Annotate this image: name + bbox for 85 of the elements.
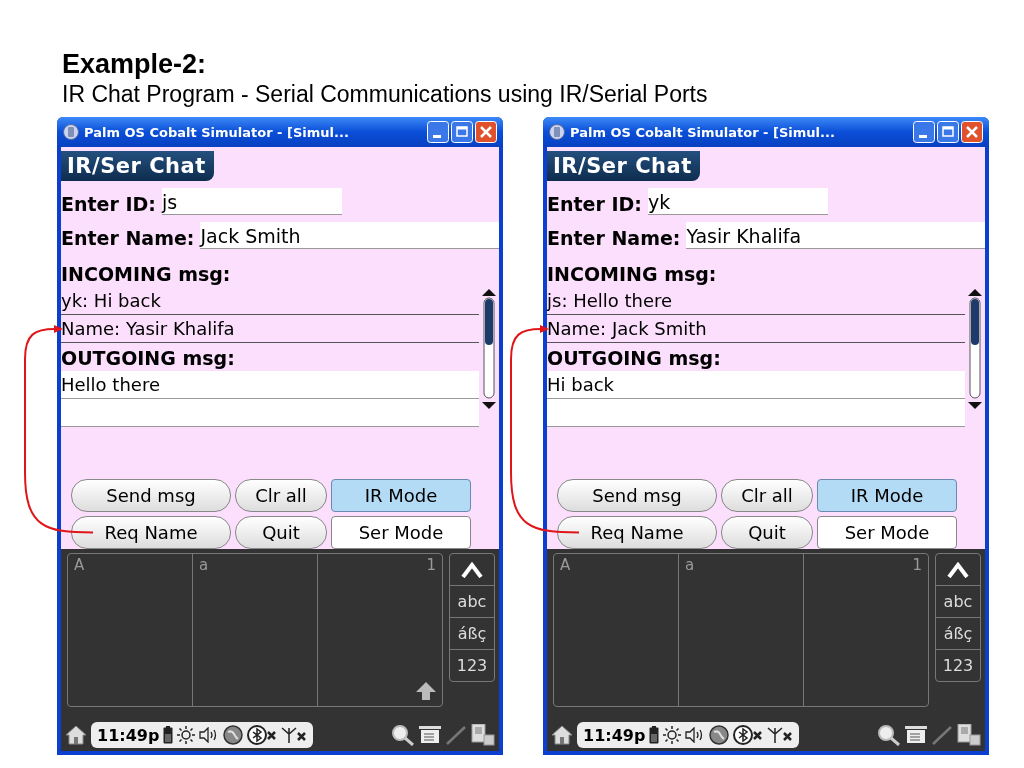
- input-mode-button[interactable]: 123: [450, 650, 494, 681]
- push-button[interactable]: Quit: [235, 516, 327, 549]
- writing-panel[interactable]: a: [193, 554, 318, 706]
- search-icon[interactable]: [391, 724, 415, 746]
- app-title: IR/Ser Chat: [547, 151, 700, 181]
- panel-label: A: [74, 556, 86, 574]
- mode-button[interactable]: IR Mode: [331, 479, 471, 512]
- field-label: Enter Name:: [61, 227, 196, 249]
- scroll-bar[interactable]: [481, 289, 497, 409]
- panel-label: 1: [426, 556, 436, 574]
- message-line: yk: Hi back: [61, 287, 479, 315]
- palm-device-icon: [549, 124, 565, 140]
- bluetooth-off-icon[interactable]: [733, 725, 764, 745]
- clock-time: 11:49p: [583, 725, 646, 745]
- battery-icon[interactable]: [163, 726, 174, 744]
- home-icon[interactable]: [65, 725, 87, 745]
- writing-panel[interactable]: A: [554, 554, 679, 706]
- field-label: Enter Name:: [547, 227, 682, 249]
- mode-button[interactable]: Ser Mode: [817, 516, 957, 549]
- device-icon[interactable]: [471, 724, 495, 746]
- push-button[interactable]: Clr all: [235, 479, 327, 512]
- input-field[interactable]: yk: [647, 188, 828, 215]
- input-field[interactable]: Yasir Khalifa: [686, 222, 985, 249]
- writing-panel[interactable]: A: [68, 554, 193, 706]
- sun-icon[interactable]: [177, 726, 196, 744]
- sun-icon[interactable]: [663, 726, 682, 744]
- menu-icon[interactable]: [905, 726, 927, 744]
- close-button[interactable]: [475, 121, 497, 143]
- panel-label: a: [685, 556, 696, 574]
- window-title: Palm OS Cobalt Simulator - [Simul...: [84, 124, 350, 140]
- writing-panel[interactable]: a: [679, 554, 804, 706]
- message-line: js: Hello there: [547, 287, 965, 315]
- bluetooth-off-icon[interactable]: [247, 725, 278, 745]
- minimize-button[interactable]: [427, 121, 449, 143]
- push-button[interactable]: Send msg: [71, 479, 231, 512]
- caret-up-icon[interactable]: [461, 561, 483, 578]
- push-button[interactable]: Clr all: [721, 479, 813, 512]
- panel-label: a: [199, 556, 210, 574]
- writing-panel[interactable]: 1: [804, 554, 928, 706]
- input-field[interactable]: js: [161, 188, 342, 215]
- section-label: OUTGOING msg:: [61, 346, 236, 371]
- antenna-off-icon[interactable]: [281, 726, 308, 744]
- section-label: INCOMING msg:: [547, 262, 718, 287]
- caret-up-icon[interactable]: [947, 561, 969, 578]
- panel-label: 1: [912, 556, 922, 574]
- mode-button[interactable]: IR Mode: [817, 479, 957, 512]
- device-icon[interactable]: [957, 724, 981, 746]
- minimize-button[interactable]: [913, 121, 935, 143]
- input-mode-button[interactable]: 123: [936, 650, 980, 681]
- antenna-off-icon[interactable]: [767, 726, 794, 744]
- menu-icon[interactable]: [419, 726, 441, 744]
- field-label: Enter ID:: [547, 193, 643, 215]
- push-button[interactable]: Send msg: [557, 479, 717, 512]
- field-label: Enter ID:: [61, 193, 157, 215]
- up-arrow-icon: [416, 682, 436, 700]
- globe-icon[interactable]: [709, 725, 730, 745]
- input-mode-button[interactable]: abc: [936, 586, 980, 618]
- app-title: IR/Ser Chat: [61, 151, 214, 181]
- message-line: Name: Yasir Khalifa: [61, 315, 479, 343]
- input-mode-button[interactable]: abc: [450, 586, 494, 618]
- section-label: INCOMING msg:: [61, 262, 232, 287]
- window-title: Palm OS Cobalt Simulator - [Simul...: [570, 124, 836, 140]
- scroll-bar[interactable]: [967, 289, 983, 409]
- section-label: OUTGOING msg:: [547, 346, 722, 371]
- push-button[interactable]: Req Name: [557, 516, 717, 549]
- search-icon[interactable]: [877, 724, 901, 746]
- input-field[interactable]: Jack Smith: [200, 222, 499, 249]
- maximize-button[interactable]: [451, 121, 473, 143]
- push-button[interactable]: Req Name: [71, 516, 231, 549]
- input-mode-button[interactable]: áßç: [450, 618, 494, 650]
- input-mode-button[interactable]: áßç: [936, 618, 980, 650]
- push-button[interactable]: Quit: [721, 516, 813, 549]
- maximize-button[interactable]: [937, 121, 959, 143]
- home-icon[interactable]: [551, 725, 573, 745]
- slide-heading: Example-2:: [61, 48, 208, 80]
- globe-icon[interactable]: [223, 725, 244, 745]
- palm-device-icon: [63, 124, 79, 140]
- message-line: Name: Jack Smith: [547, 315, 965, 343]
- mode-button[interactable]: Ser Mode: [331, 516, 471, 549]
- panel-label: A: [560, 556, 572, 574]
- writing-panel[interactable]: 1: [318, 554, 442, 706]
- battery-icon[interactable]: [649, 726, 660, 744]
- close-button[interactable]: [961, 121, 983, 143]
- slide-subheading: IR Chat Program - Serial Communications using IR/Serial Ports: [61, 80, 709, 108]
- clock-time: 11:49p: [97, 725, 160, 745]
